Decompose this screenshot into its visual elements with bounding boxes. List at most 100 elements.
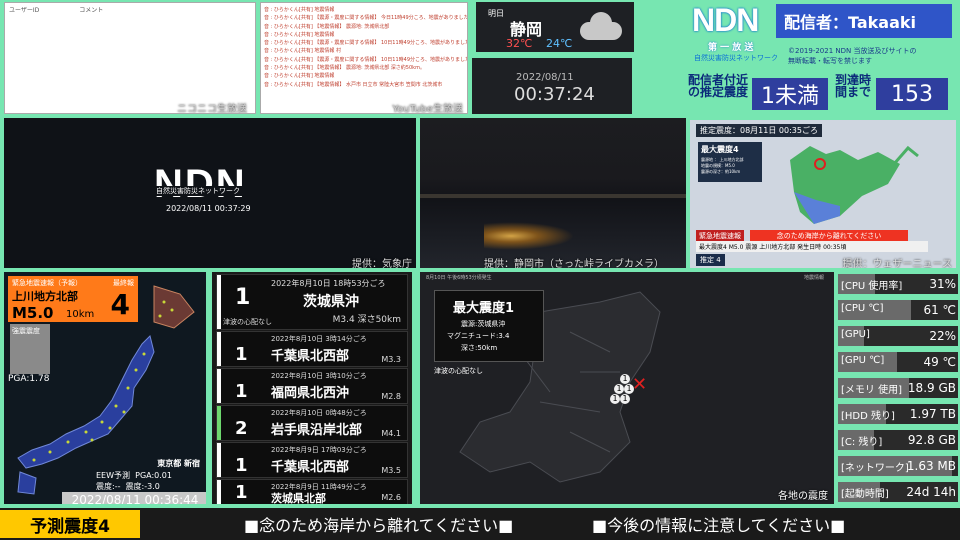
wn-est: 推定 4 <box>696 254 725 266</box>
ndn-org: 自然災害防災ネットワーク <box>694 54 778 62</box>
eew-mag: M5.0 <box>12 304 54 322</box>
comment-header: ユーザーID コメント <box>5 3 255 16</box>
stat-row: [メモリ 使用] 18.9 GB <box>836 376 960 400</box>
eew-clock: 2022/08/11 00:36:44 <box>62 492 206 504</box>
camera-shore <box>420 194 686 198</box>
eew-int2: 震度:-3.0 <box>125 482 160 491</box>
stat-value: 49 ℃ <box>923 355 956 369</box>
stat-name: [CPU 使用率] <box>841 281 903 292</box>
stat-value: 18.9 GB <box>907 381 956 395</box>
cloud-icon <box>580 10 622 42</box>
map-epi: 震源:茨城県沖 <box>461 320 506 328</box>
stat-value: 22% <box>929 329 956 343</box>
quake-place: 茨城県北部 <box>271 492 326 504</box>
stat-value: 61 ℃ <box>923 303 956 317</box>
caster-name: 配信者：Takaaki <box>776 4 952 38</box>
quake-int: 1 <box>235 285 251 310</box>
comment-line: 音 : ひらかくん[共有] 【震源・震度に関する情報】 10日11時49分ころ、… <box>264 40 468 47</box>
system-stats: [CPU 使用率] 31% [CPU ℃] 61 ℃ [GPU] 22% [GPU ℃] 49… <box>836 272 960 506</box>
comment-panel-niconico: ユーザーID コメント ニコニコ生放送 <box>4 2 256 114</box>
quake-int: 1 <box>235 381 248 402</box>
eew-area: 上川地方北部 <box>12 290 78 303</box>
stat-row: [GPU ℃] 49 ℃ <box>836 350 960 374</box>
quake-bar <box>217 369 221 403</box>
weather-day-label: 明日 <box>488 9 504 18</box>
stat-name: [HDD 残り] <box>841 411 895 422</box>
map-depth: 深さ:50km <box>461 344 498 352</box>
quake-place: 千葉県北西部 <box>271 349 350 364</box>
quake-mag: M4.1 <box>381 429 401 438</box>
quake-mag: M2.6 <box>381 493 401 502</box>
quake-bar <box>217 332 221 366</box>
stat-name: [起動時間] <box>841 489 889 500</box>
stat-name: [C: 残り] <box>841 437 883 448</box>
quake-note: 津波の心配なし <box>223 318 272 326</box>
stat-value: 24d 14h <box>906 485 956 499</box>
eew-readout: EEW予測 PGA:0.01 震度:-- 震度:-3.0 <box>96 470 172 492</box>
quake-int: 2 <box>235 418 248 439</box>
arrival-label: 到達時間まで <box>834 73 871 99</box>
quake-mag: M3.5 <box>381 466 401 475</box>
weather-high: 32℃ <box>506 37 533 50</box>
quake-list: 1 2022年8月10日 18時53分ごろ 茨城県沖 津波の心配なし M3.4 … <box>212 272 412 504</box>
niconico-label: ニコニコ生放送 <box>177 104 247 114</box>
map-header: 8月10日 午後6時53分頃発生 <box>426 275 492 281</box>
quake-bar <box>217 480 221 504</box>
quake-item[interactable]: 1 2022年8月10日 18時53分ごろ 茨城県沖 津波の心配なし M3.4 … <box>216 274 408 330</box>
comment-line: 音 : ひらかくん[共有] 地震情報 <box>264 73 335 80</box>
epicenter-x-icon: ✕ <box>632 374 648 395</box>
quake-mag: M3.3 <box>381 355 401 364</box>
quake-date: 2022年8月10日 0時48分ごろ <box>271 409 367 417</box>
stat-row: [ネットワーク] 1.63 MB <box>836 454 960 478</box>
predicted-intensity: 予測震度4 <box>0 510 140 538</box>
intensity-label: 配信者付近の推定震度 <box>688 73 749 99</box>
comment-line: 音 : ひらかくん[共有] 【地震情報】 水戸市 日立市 常陸大宮市 笠間市 北… <box>264 81 443 88</box>
intensity-mark: 1 <box>610 394 620 404</box>
eew-title: 緊急地震速報（予報） <box>12 279 82 287</box>
stat-value: 31% <box>929 277 956 291</box>
ndn-brand: NDN <box>154 162 247 206</box>
quake-item[interactable]: 1 2022年8月9日 17時03分ごろ 千葉県北西部 M3.5 <box>216 442 408 478</box>
quake-date: 2022年8月10日 3時14分ごろ <box>271 335 367 343</box>
quake-item[interactable]: 1 2022年8月10日 3時14分ごろ 千葉県北西部 M3.3 <box>216 331 408 367</box>
stat-name: [GPU] <box>841 329 870 340</box>
quake-int: 1 <box>235 455 248 476</box>
quake-item[interactable]: 1 2022年8月9日 11時49分ごろ 茨城県北部 M2.6 <box>216 479 408 504</box>
stat-row: [CPU ℃] 61 ℃ <box>836 298 960 322</box>
quake-int: 1 <box>235 482 248 503</box>
eew-panel: 緊急地震速報（予報） 最終報 上川地方北部 M5.0 10km 4 強震震度 P… <box>4 272 206 504</box>
stat-value: 1.63 MB <box>906 459 956 473</box>
ndn-video-time: 2022/08/11 00:37:29 <box>166 204 251 213</box>
quake-item[interactable]: 1 2022年8月10日 3時10分ごろ 福岡県北西沖 M2.8 <box>216 368 408 404</box>
intensity-box-label: 強震震度 <box>12 327 40 335</box>
live-camera: 提供：静岡市（さった峠ライブカメラ） <box>420 118 686 268</box>
copyright: ©2019-2021 NDN 当放送及びサイトの 無断転載・転写を禁じます <box>788 46 916 66</box>
ndn-channel: 第 一 放 送 <box>708 43 754 53</box>
eew-station: 東京都 新宿 <box>157 459 200 468</box>
ndn-brand-sub: 自然災害防災ネットワーク <box>154 186 242 196</box>
map-footer: 各地の震度 <box>778 491 828 502</box>
quake-bar <box>217 406 221 440</box>
quake-item[interactable]: 2 2022年8月10日 0時48分ごろ 岩手県沿岸北部 M4.1 <box>216 405 408 441</box>
wn-bottom: 最大震度4 M5.0 震源 上川地方北部 発生日時 00:35頃 <box>696 241 928 252</box>
jma-credit: 提供：気象庁 <box>352 259 412 268</box>
col-comment: コメント <box>79 7 104 14</box>
eew-pga2: PGA:0.01 <box>135 471 172 480</box>
camera-credit: 提供：静岡市（さった峠ライブカメラ） <box>484 259 664 268</box>
comment-line: 音 : ひらかくん[共有] 【地震情報】 震源地: 茨城県北部 <box>264 23 390 30</box>
stat-value: 92.8 GB <box>907 433 956 447</box>
ndn-video: NDN 自然災害防災ネットワーク 2022/08/11 00:37:29 提供：… <box>4 118 416 268</box>
map-tsunami: 津波の心配なし <box>434 367 483 375</box>
ticker-msg-2: ■今後の情報に注意してください■ <box>592 516 846 535</box>
comment-list: 音 : ひらかくん[共有] 地震情報 音 : ひらかくん[共有] 【震源・震度に… <box>261 3 467 92</box>
comment-line: 音 : ひらかくん[共有] 【震源・震度に関する情報】 今日11時49分ころ、地… <box>264 15 468 22</box>
intensity-mark: 1 <box>614 384 624 394</box>
youtube-label: YouTube生放送 <box>392 104 463 114</box>
stat-name: [メモリ 使用] <box>841 385 902 396</box>
quake-date: 2022年8月10日 3時10分ごろ <box>271 372 367 380</box>
map-header2: 地震情報 <box>803 275 824 281</box>
arrival-value: 153 <box>876 78 948 110</box>
eew-alert: 緊急地震速報（予報） 最終報 上川地方北部 M5.0 10km 4 <box>8 276 138 322</box>
stat-value: 1.97 TB <box>909 407 956 421</box>
stat-row: [HDD 残り] 1.97 TB <box>836 402 960 426</box>
